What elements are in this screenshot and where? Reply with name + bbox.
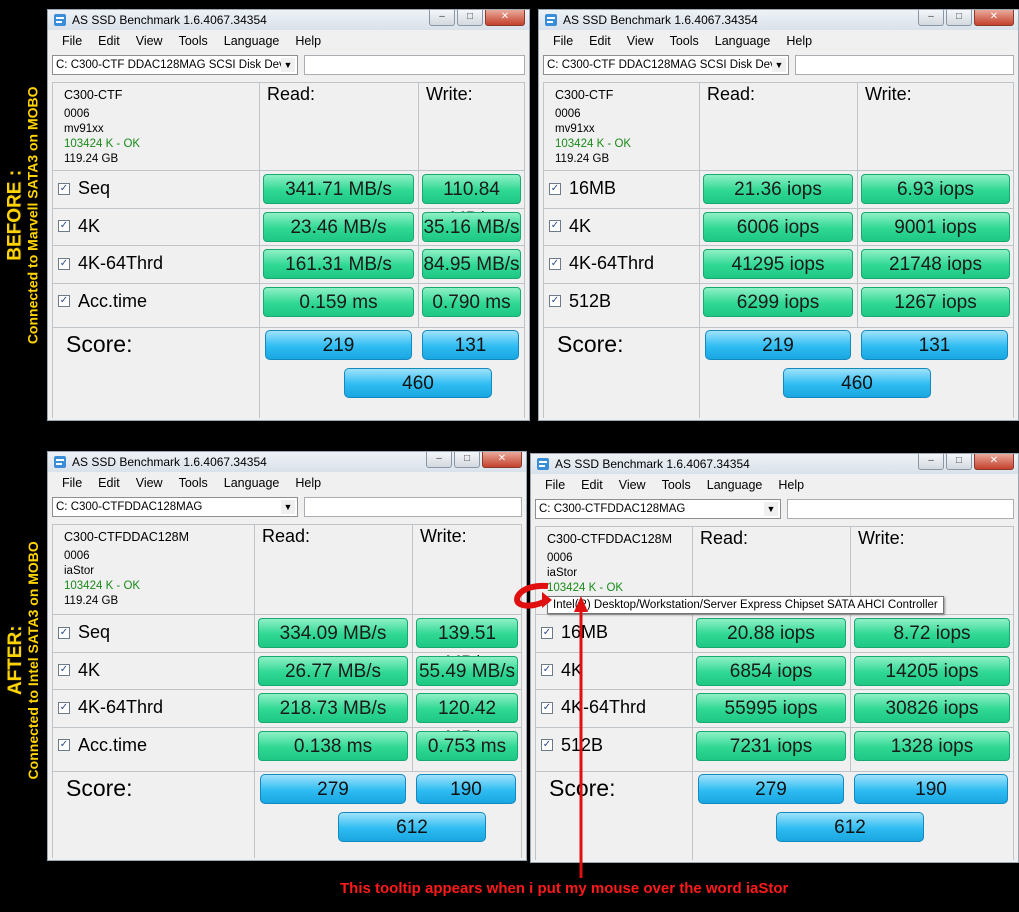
annotation-arrow-graphic — [514, 582, 588, 878]
annotation-text: This tooltip appears when i put my mouse… — [340, 880, 789, 897]
